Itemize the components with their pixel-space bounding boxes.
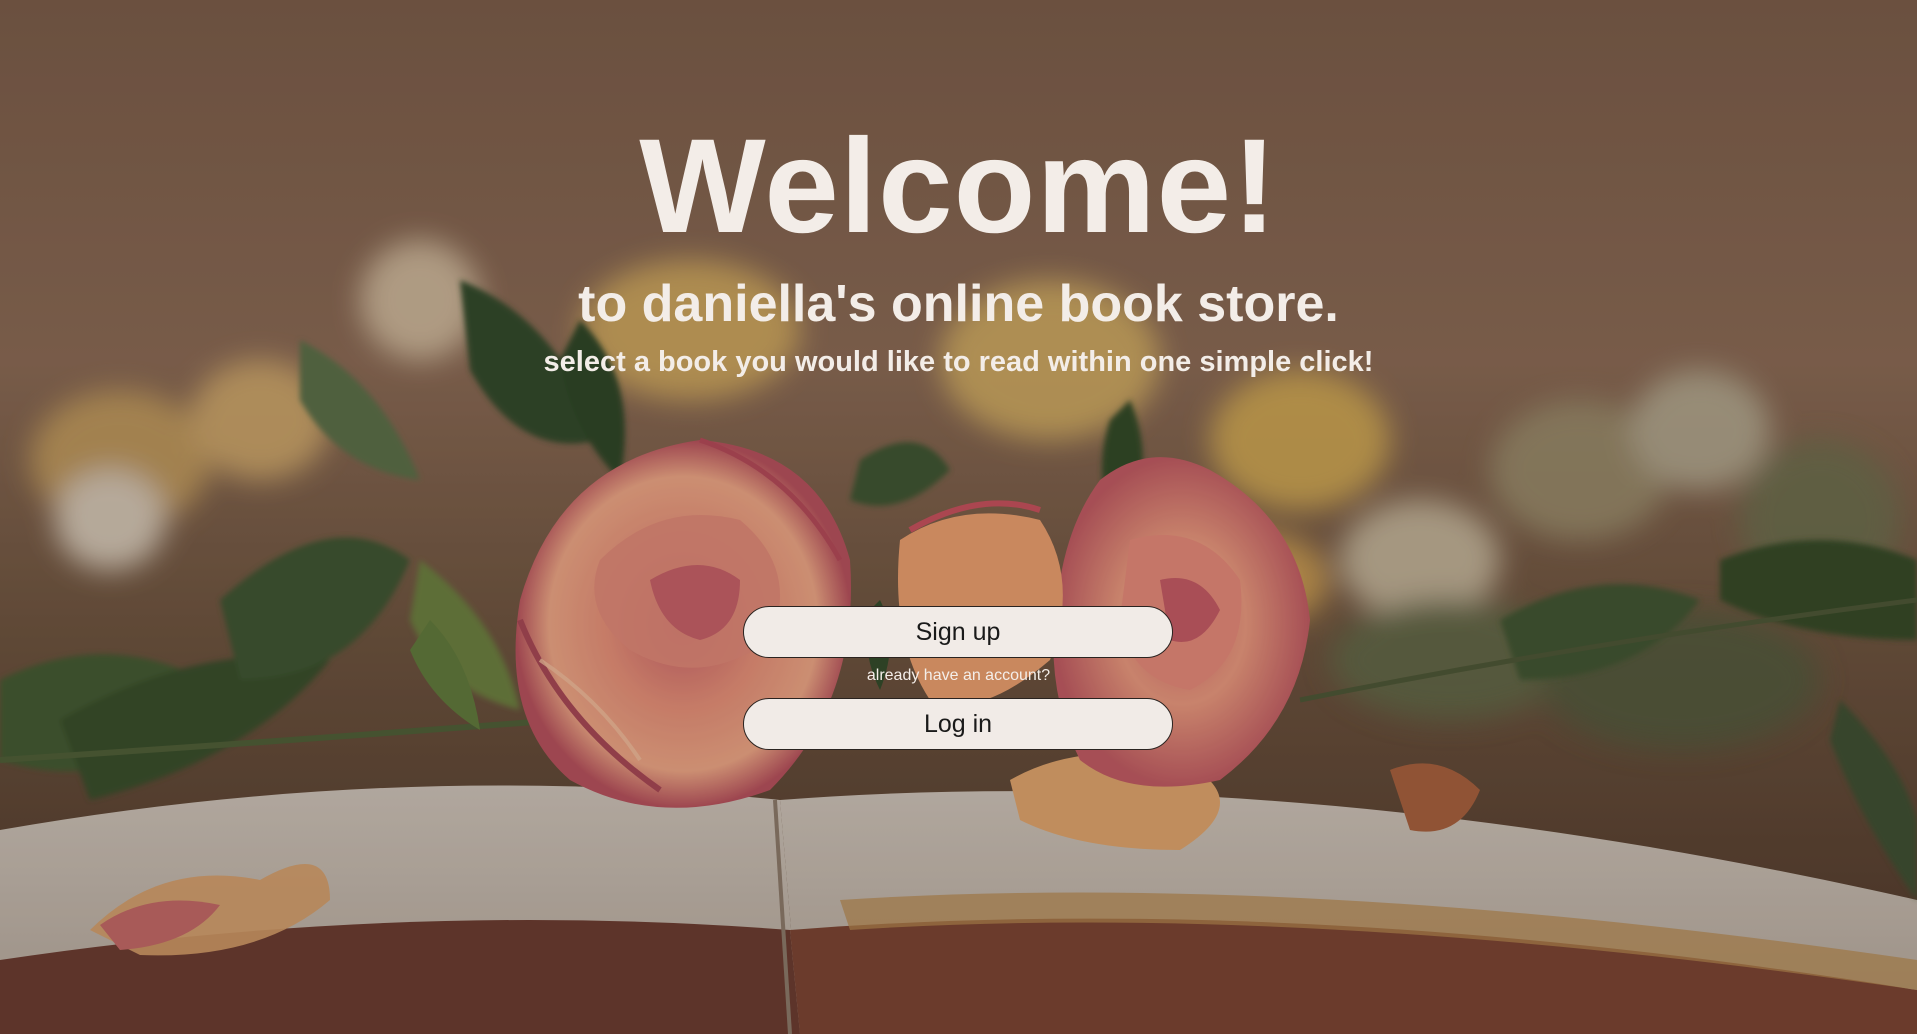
page-title: Welcome! bbox=[639, 112, 1278, 261]
account-hint-text: already have an account? bbox=[866, 667, 1051, 684]
login-button[interactable]: Log in bbox=[743, 698, 1173, 750]
page-tagline: select a book you would like to read wit… bbox=[543, 346, 1374, 378]
signup-button[interactable]: Sign up bbox=[743, 606, 1173, 658]
page-subtitle: to daniella's online book store. bbox=[578, 275, 1339, 333]
landing-page: Welcome! to daniella's online book store… bbox=[0, 0, 1917, 1034]
